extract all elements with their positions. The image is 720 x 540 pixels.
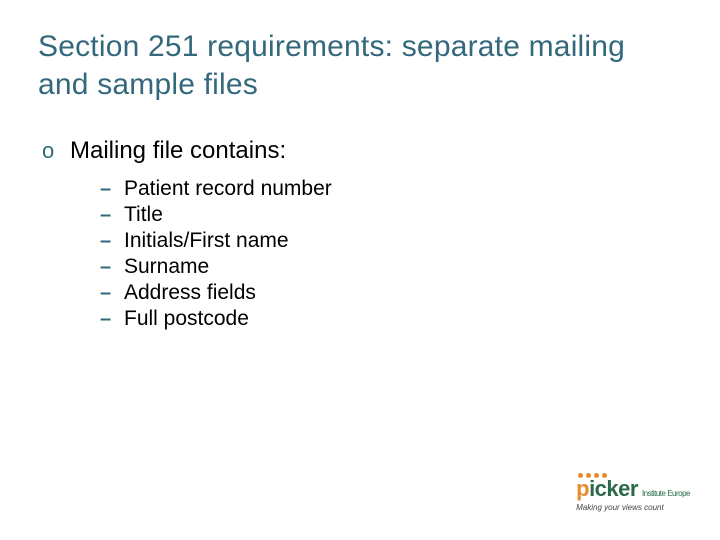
logo: picker Institute Europe Making your view… [576, 473, 690, 512]
bullet-level1: o [42, 138, 70, 164]
bullet-level2: – [100, 230, 124, 253]
list-item-text: Surname [124, 255, 209, 279]
bullet-level2: – [100, 308, 124, 331]
list-item-text: Full postcode [124, 307, 249, 331]
list-level2-container: – Patient record number – Title – Initia… [100, 177, 682, 331]
slide-title: Section 251 requirements: separate maili… [38, 28, 682, 103]
bullet-level2: – [100, 282, 124, 305]
list-item-text: Title [124, 203, 163, 227]
logo-tagline: Making your views count [576, 503, 690, 512]
logo-institute: Institute Europe [642, 490, 690, 500]
list-item: – Initials/First name [100, 229, 682, 253]
logo-word: picker Institute Europe [576, 478, 690, 500]
list-item: – Patient record number [100, 177, 682, 201]
list-item-text: Address fields [124, 281, 256, 305]
list-item: – Title [100, 203, 682, 227]
logo-rest: icker [589, 478, 638, 500]
list-item: – Full postcode [100, 307, 682, 331]
list-item: – Address fields [100, 281, 682, 305]
list-item: – Surname [100, 255, 682, 279]
list-item-text: Patient record number [124, 177, 332, 201]
bullet-level2: – [100, 178, 124, 201]
list-item-text: Initials/First name [124, 229, 289, 253]
list-level1-text: Mailing file contains: [70, 137, 286, 165]
logo-letter-p: p [576, 478, 589, 500]
list-level1: o Mailing file contains: [42, 137, 682, 165]
bullet-level2: – [100, 204, 124, 227]
bullet-level2: – [100, 256, 124, 279]
